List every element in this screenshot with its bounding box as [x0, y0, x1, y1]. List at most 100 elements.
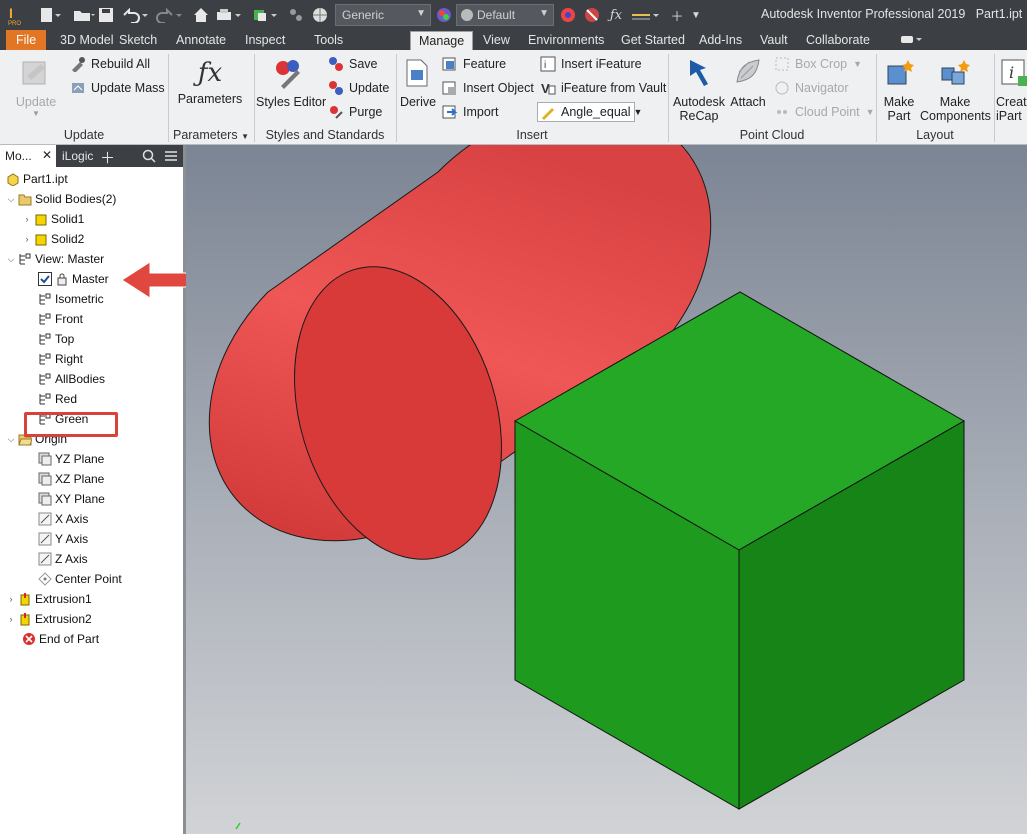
- open-file-icon[interactable]: [70, 5, 98, 25]
- tree-item-front[interactable]: Front: [38, 310, 83, 328]
- tree-item-z-axis[interactable]: Z Axis: [38, 550, 88, 568]
- redo-icon[interactable]: [156, 5, 186, 25]
- tree-item-isometric[interactable]: Isometric: [38, 290, 104, 308]
- make-components-button[interactable]: Make Components: [920, 56, 991, 123]
- print-icon[interactable]: [214, 5, 244, 25]
- tree-item-end-of-part[interactable]: End of Part: [22, 630, 99, 648]
- autodesk-recap-button[interactable]: Autodesk ReCap: [672, 56, 726, 123]
- rebuild-all-button[interactable]: Rebuild All: [70, 54, 150, 74]
- graphics-viewport[interactable]: [186, 145, 1027, 834]
- ribbon-display-toggle-icon[interactable]: [899, 30, 925, 50]
- tree-item-allbodies[interactable]: AllBodies: [38, 370, 105, 388]
- close-icon[interactable]: ✕: [42, 148, 52, 162]
- tree-item-extrusion2[interactable]: › Extrusion2: [6, 610, 92, 628]
- parameters-button[interactable]: ƒx Parameters: [176, 56, 244, 106]
- tab-tools[interactable]: Tools: [314, 30, 343, 50]
- line-weight-icon[interactable]: [630, 5, 660, 25]
- make-part-button[interactable]: Make Part: [878, 56, 920, 123]
- view-rep-icon: [39, 393, 51, 405]
- create-ipart-button[interactable]: i Creat iPart: [996, 56, 1027, 123]
- search-icon[interactable]: [142, 149, 156, 166]
- tab-vault[interactable]: Vault: [760, 30, 788, 50]
- select-filter-icon[interactable]: [252, 5, 280, 25]
- new-file-icon[interactable]: [36, 5, 64, 25]
- tab-3d-model[interactable]: 3D Model: [60, 30, 114, 50]
- tab-file[interactable]: File: [6, 30, 47, 50]
- tree-item-xz-plane[interactable]: XZ Plane: [38, 470, 104, 488]
- save-icon[interactable]: [96, 5, 116, 25]
- tab-model[interactable]: Mo... ✕: [0, 145, 56, 167]
- box-crop-button[interactable]: Box Crop ▼: [774, 54, 862, 74]
- triad-axis: [235, 822, 241, 830]
- globe-icon[interactable]: [310, 5, 330, 25]
- undo-icon[interactable]: [118, 5, 152, 25]
- insert-ifeature-button[interactable]: i Insert iFeature: [540, 54, 642, 74]
- tab-sketch[interactable]: Sketch: [119, 30, 157, 50]
- tree-item-part1[interactable]: Part1.ipt: [6, 170, 68, 188]
- tab-view[interactable]: View: [483, 30, 510, 50]
- title-bar: I PRO Generic ▼ Default ▼ ƒx ＋ ▼ Autodes…: [0, 0, 1027, 30]
- parameters-panel-label[interactable]: Parameters ▼: [168, 126, 254, 144]
- tree-item-view-master[interactable]: ⌵ View: Master: [6, 250, 105, 268]
- tree-item-x-axis[interactable]: X Axis: [38, 510, 88, 528]
- inventor-logo-icon[interactable]: I PRO: [4, 5, 26, 26]
- angle-equal-combo[interactable]: Angle_equal ▼: [537, 102, 642, 122]
- tree-item-center-point[interactable]: Center Point: [38, 570, 122, 588]
- tree-item-solid1[interactable]: › Solid1: [22, 210, 85, 228]
- plus-icon[interactable]: ＋: [668, 5, 686, 25]
- styles-purge-button[interactable]: Purge: [328, 102, 382, 122]
- attach-button[interactable]: Attach: [728, 56, 768, 109]
- expand-icon[interactable]: ›: [22, 210, 32, 228]
- appearance-sphere-icon[interactable]: [434, 5, 454, 25]
- clear-appearance-icon[interactable]: [582, 5, 602, 25]
- measure-icon[interactable]: [286, 5, 306, 25]
- home-icon[interactable]: [192, 5, 210, 25]
- tree-item-solid-bodies[interactable]: ⌵ Solid Bodies(2): [6, 190, 117, 208]
- tree-item-xy-plane[interactable]: XY Plane: [38, 490, 105, 508]
- tree-item-y-axis[interactable]: Y Axis: [38, 530, 88, 548]
- tree-item-extrusion1[interactable]: › Extrusion1: [6, 590, 92, 608]
- styles-editor-button[interactable]: Styles Editor: [256, 56, 326, 109]
- tab-ilogic[interactable]: iLogic: [62, 149, 93, 163]
- insert-feature-button[interactable]: Feature: [442, 54, 506, 74]
- import-button[interactable]: Import: [442, 102, 498, 122]
- tab-annotate[interactable]: Annotate: [176, 30, 226, 50]
- styles-save-button[interactable]: Save: [328, 54, 378, 74]
- collapse-icon[interactable]: ⌵: [6, 190, 16, 208]
- tab-environments[interactable]: Environments: [528, 30, 604, 50]
- menu-icon[interactable]: [164, 149, 178, 166]
- collapse-icon[interactable]: ⌵: [6, 250, 16, 268]
- collapse-icon[interactable]: ⌵: [6, 430, 16, 448]
- expand-icon[interactable]: ›: [6, 610, 16, 628]
- tree-item-master[interactable]: Master: [38, 270, 109, 288]
- material-combo[interactable]: Generic ▼: [335, 4, 431, 26]
- tree-item-yz-plane[interactable]: YZ Plane: [38, 450, 104, 468]
- derive-button[interactable]: Derive: [398, 56, 438, 109]
- update-button[interactable]: Update ▼: [12, 56, 60, 118]
- tab-manage[interactable]: Manage: [410, 31, 474, 50]
- tree-item-solid2[interactable]: › Solid2: [22, 230, 85, 248]
- ifeature-from-vault-button[interactable]: V iFeature from Vault: [540, 78, 666, 98]
- tree-item-right[interactable]: Right: [38, 350, 83, 368]
- tab-get-started[interactable]: Get Started: [621, 30, 685, 50]
- expand-icon[interactable]: ›: [22, 230, 32, 248]
- appearance-combo[interactable]: Default ▼: [456, 4, 554, 26]
- point-cloud-panel-label: Point Cloud: [739, 128, 805, 142]
- cloud-point-button[interactable]: Cloud Point ▼: [774, 102, 875, 122]
- chevron-down-icon: ▼: [853, 59, 863, 69]
- tab-collaborate[interactable]: Collaborate: [806, 30, 870, 50]
- customize-dropdown-icon[interactable]: ▼: [688, 5, 704, 25]
- expand-icon[interactable]: ›: [6, 590, 16, 608]
- fx-parameters-icon[interactable]: ƒx: [606, 5, 626, 25]
- tree-item-top[interactable]: Top: [38, 330, 74, 348]
- styles-update-button[interactable]: Update: [328, 78, 389, 98]
- update-mass-button[interactable]: Update Mass: [70, 78, 165, 98]
- tree-item-red[interactable]: Red: [38, 390, 77, 408]
- add-tab-icon[interactable]: ＋: [100, 147, 115, 168]
- tab-add-ins[interactable]: Add-Ins: [699, 30, 742, 50]
- adjust-appearance-icon[interactable]: [558, 5, 578, 25]
- tab-inspect[interactable]: Inspect: [245, 30, 285, 50]
- navigator-button[interactable]: Navigator: [774, 78, 849, 98]
- insert-object-button[interactable]: Insert Object: [442, 78, 534, 98]
- checkbox-checked-icon[interactable]: [38, 272, 52, 286]
